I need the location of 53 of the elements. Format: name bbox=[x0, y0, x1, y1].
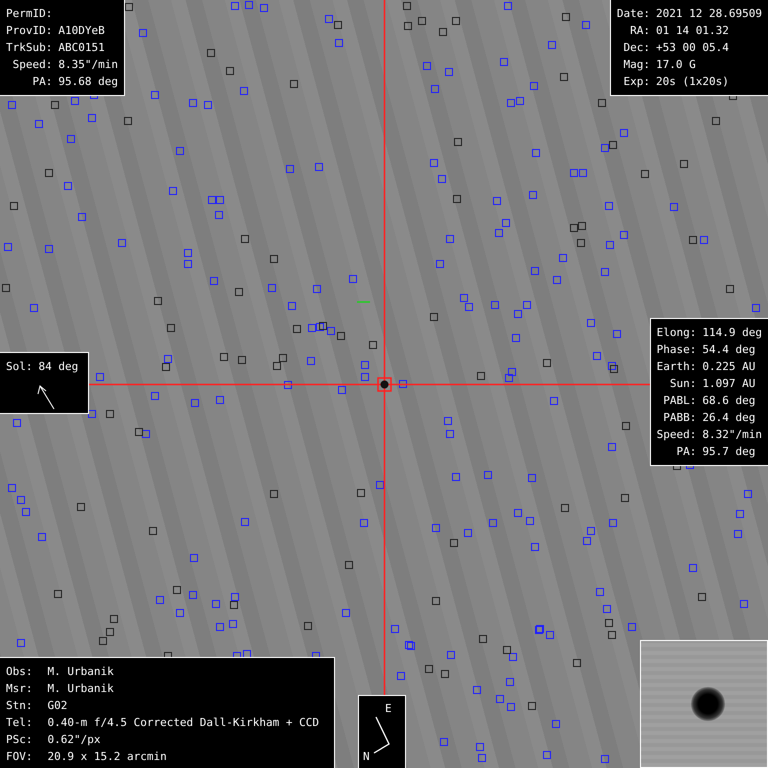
field-value: M. Urbanik bbox=[47, 664, 115, 680]
field-value: 114.9 deg bbox=[702, 325, 762, 341]
field-label: PABL: bbox=[662, 393, 696, 409]
field-value: 95.68 deg bbox=[58, 74, 118, 90]
field-value: M. Urbanik bbox=[47, 681, 115, 697]
field-value: G02 bbox=[47, 698, 68, 714]
field-value: A10DYeB bbox=[58, 23, 106, 39]
field-label: PSc: bbox=[6, 732, 34, 748]
field-value: 95.7 deg bbox=[702, 444, 756, 460]
field-label: Speed: bbox=[12, 57, 52, 73]
field-value: 0.40-m f/4.5 Corrected Dall-Kirkham + CCD bbox=[47, 715, 320, 731]
field-value: 84 deg bbox=[38, 359, 78, 375]
field-label: Obs: bbox=[6, 664, 34, 680]
field-label: ProvID: bbox=[6, 23, 52, 39]
field-value: 20s (1x20s) bbox=[656, 74, 730, 90]
field-label: PA: bbox=[31, 74, 52, 90]
field-label: PermID: bbox=[6, 6, 52, 22]
field-value: 26.4 deg bbox=[702, 410, 756, 426]
field-label: Stn: bbox=[6, 698, 34, 714]
field-label: Date: bbox=[616, 6, 650, 22]
field-value: 8.35"/min bbox=[58, 57, 118, 73]
field-label: PABB: bbox=[662, 410, 696, 426]
field-label: Mag: bbox=[622, 57, 650, 73]
compass-label: E bbox=[385, 702, 392, 715]
field-label: Dec: bbox=[622, 40, 650, 56]
field-label: Sol: bbox=[6, 359, 32, 375]
field-value: 8.32"/min bbox=[702, 427, 762, 443]
field-label: PA: bbox=[676, 444, 696, 460]
compass-label: N bbox=[363, 750, 370, 763]
target-marker bbox=[377, 377, 392, 392]
field-label: TrkSub: bbox=[6, 40, 52, 56]
compass-lines-icon bbox=[373, 716, 390, 754]
field-value: 17.0 G bbox=[656, 57, 697, 73]
field-label: Elong: bbox=[656, 325, 696, 341]
field-label: Earth: bbox=[656, 359, 696, 375]
field-value: 0.62"/px bbox=[47, 732, 102, 748]
field-label: RA: bbox=[629, 23, 650, 39]
field-label: FOV: bbox=[6, 749, 34, 765]
field-value: 01 14 01.32 bbox=[656, 23, 730, 39]
field-value: 20.9 x 15.2 arcmin bbox=[47, 749, 168, 765]
field-label: Msr: bbox=[6, 681, 34, 697]
field-value: 1.097 AU bbox=[702, 376, 756, 392]
field-value: 68.6 deg bbox=[702, 393, 756, 409]
field-value: +53 00 05.4 bbox=[656, 40, 730, 56]
field-label: Phase: bbox=[656, 342, 696, 358]
field-value: ABC0151 bbox=[58, 40, 106, 56]
field-label: Exp: bbox=[622, 74, 650, 90]
field-label: Sun: bbox=[668, 376, 696, 392]
field-label: Tel: bbox=[6, 715, 34, 731]
field-value: 54.4 deg bbox=[702, 342, 756, 358]
field-label: Speed: bbox=[656, 427, 696, 443]
field-value: 2021 12 28.69509 bbox=[656, 6, 762, 22]
field-value: 0.225 AU bbox=[702, 359, 756, 375]
